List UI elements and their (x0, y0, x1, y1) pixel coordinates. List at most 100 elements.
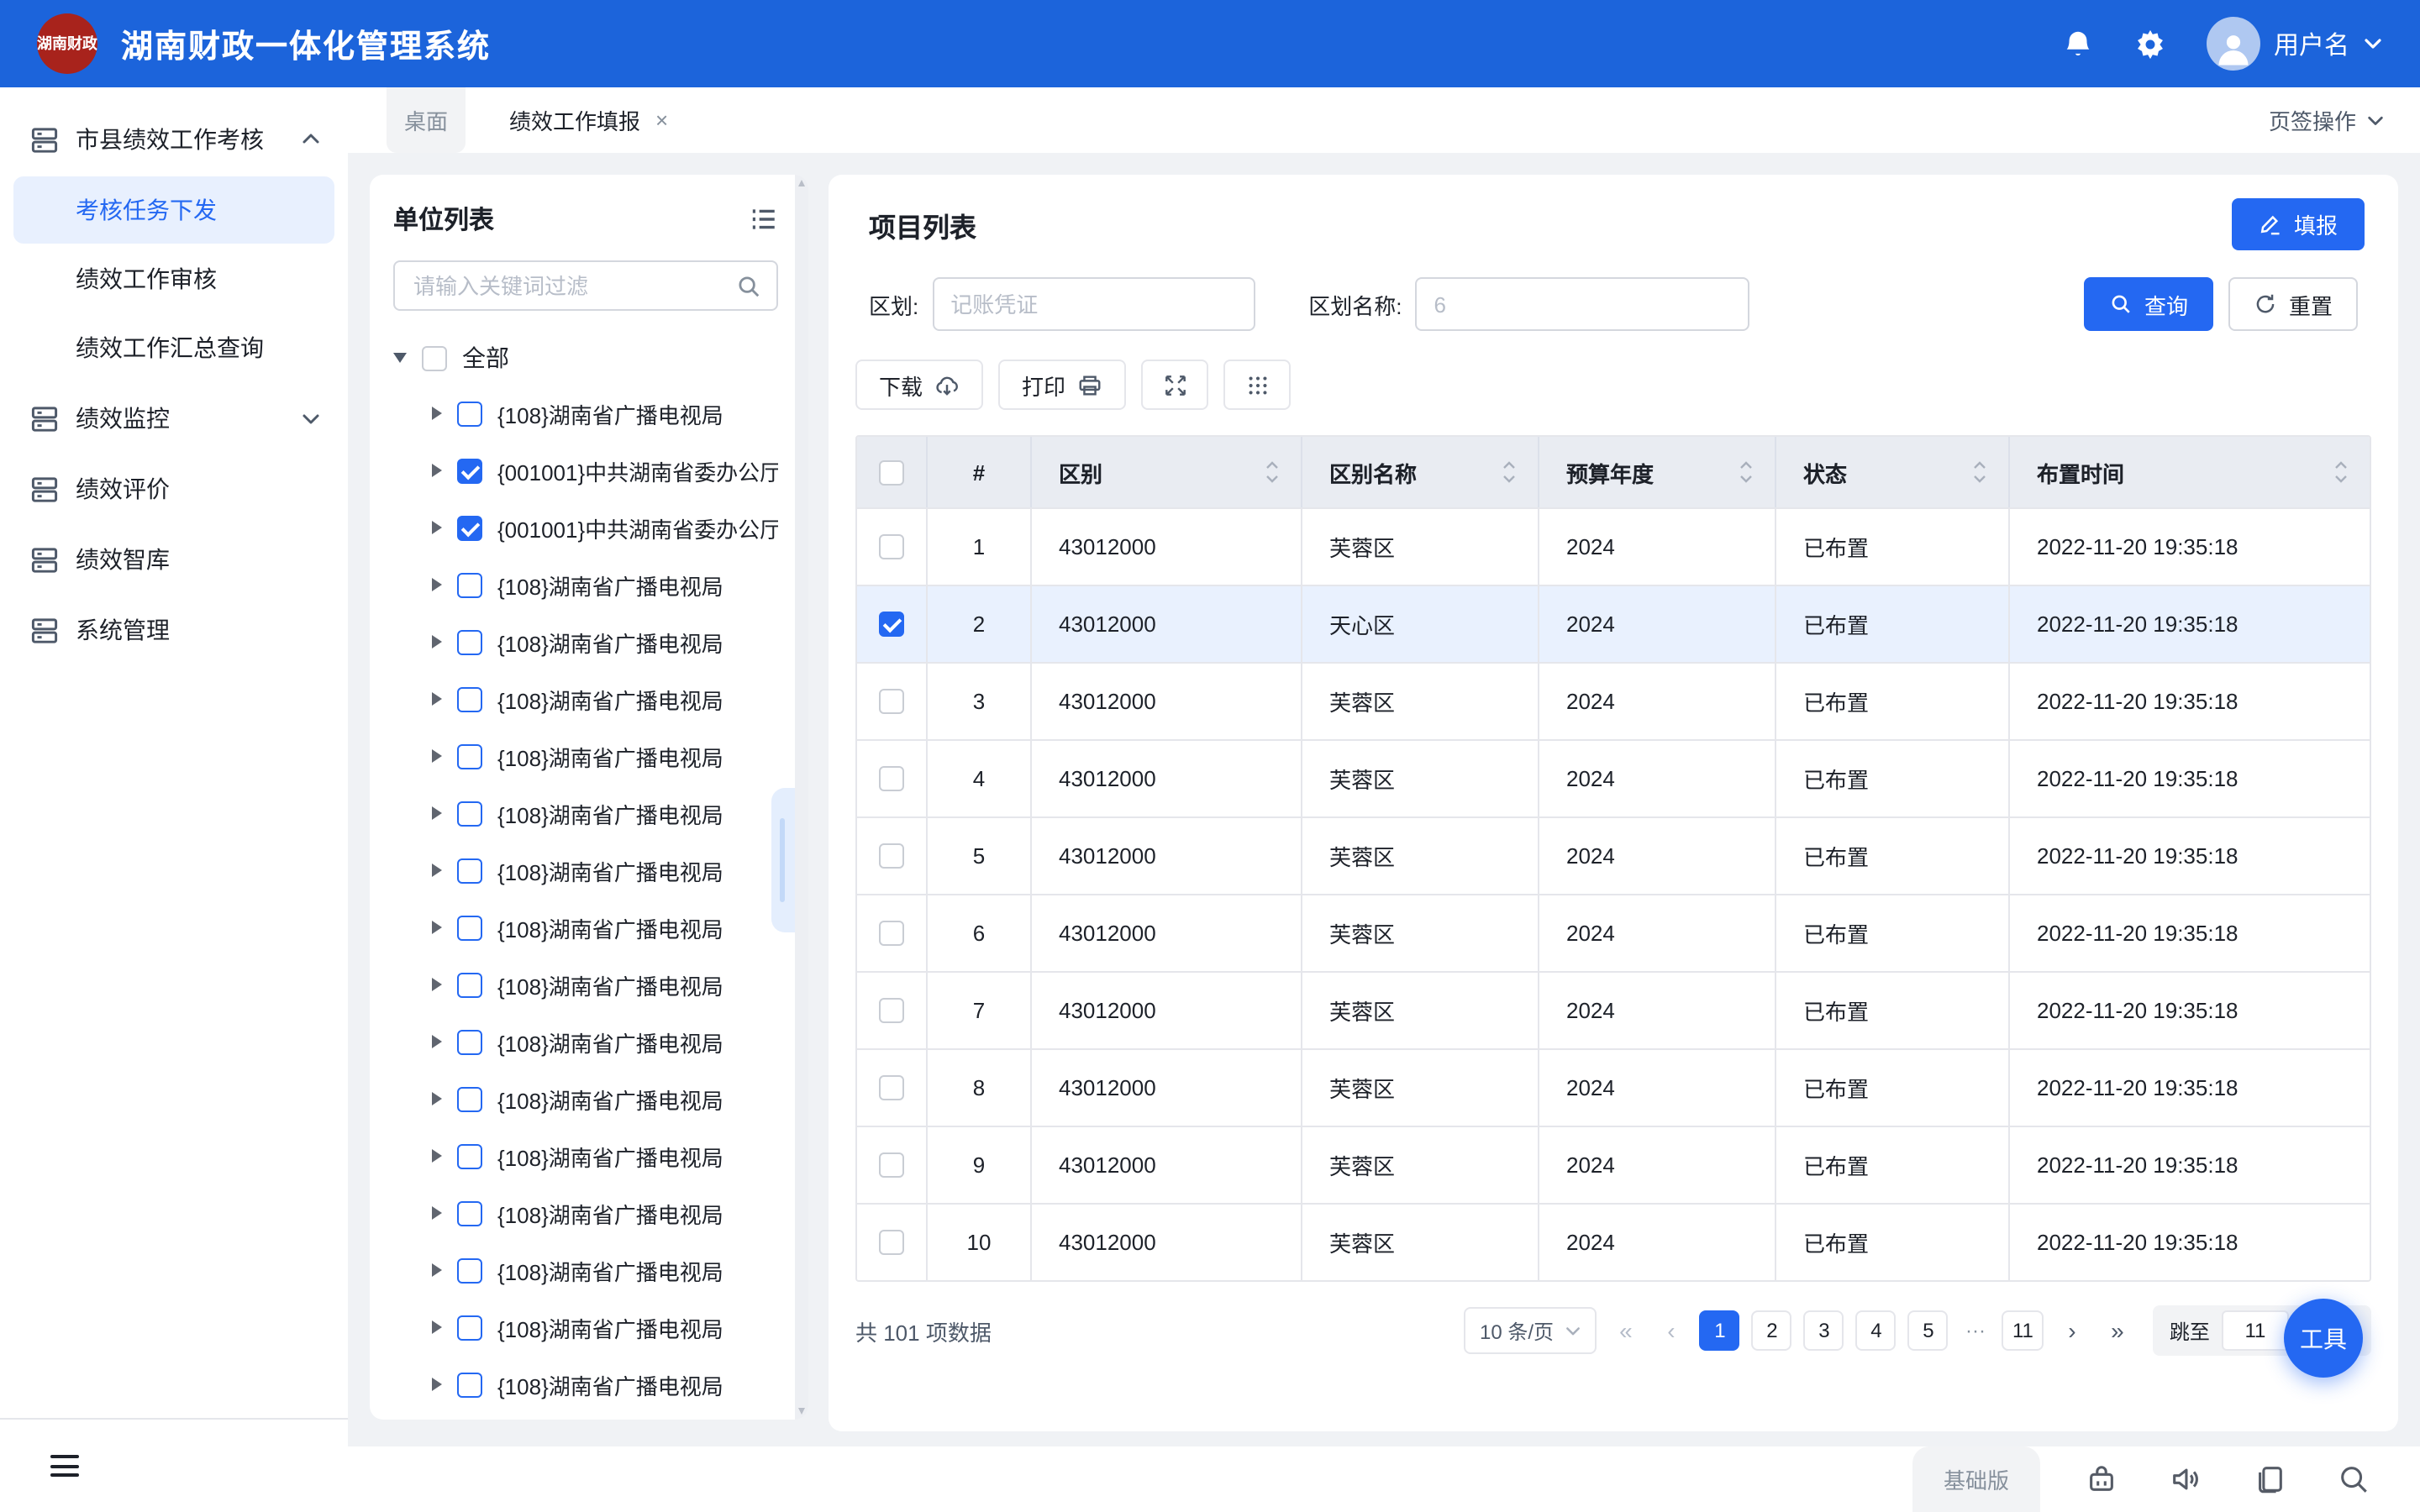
caret-right-icon[interactable] (432, 864, 442, 877)
caret-right-icon[interactable] (432, 692, 442, 706)
tree-item-checkbox[interactable] (457, 1029, 482, 1054)
sidebar-group-assessment[interactable]: 市县绩效工作考核 (0, 104, 348, 175)
sidebar-item-summary-query[interactable]: 绩效工作汇总查询 (13, 314, 334, 381)
row-checkbox[interactable] (879, 921, 904, 946)
tree-item[interactable]: {108}湖南省广播电视局 (393, 842, 778, 899)
sidebar-group-evaluation[interactable]: 绩效评价 (0, 454, 348, 524)
row-checkbox[interactable] (879, 534, 904, 559)
tree-item[interactable]: {108}湖南省广播电视局 (393, 1184, 778, 1242)
menu-collapse-icon[interactable] (50, 1455, 79, 1477)
row-checkbox[interactable] (879, 843, 904, 869)
fill-report-button[interactable]: 填报 (2232, 198, 2365, 250)
tree-item-checkbox[interactable] (457, 401, 482, 426)
page-button-1[interactable]: 1 (1700, 1310, 1740, 1351)
speaker-icon[interactable] (2170, 1463, 2202, 1495)
tab-operations-dropdown[interactable]: 页签操作 (2269, 104, 2385, 136)
user-menu[interactable]: 用户名 (2207, 17, 2383, 71)
caret-right-icon[interactable] (432, 1206, 442, 1220)
first-page-button[interactable]: « (1609, 1310, 1643, 1351)
caret-down-icon[interactable] (393, 353, 407, 363)
page-button-11[interactable]: 11 (2002, 1310, 2044, 1351)
tab-desktop[interactable]: 桌面 (387, 87, 466, 153)
tree-item[interactable]: {108}湖南省广播电视局 (393, 385, 778, 442)
row-checkbox[interactable] (879, 766, 904, 791)
tree-item-checkbox[interactable] (457, 686, 482, 711)
table-row[interactable]: 7 43012000 芙蓉区 2024 已布置 2022-11-20 19:35… (857, 971, 2370, 1048)
caret-right-icon[interactable] (432, 1320, 442, 1334)
caret-right-icon[interactable] (432, 1092, 442, 1105)
print-button[interactable]: 打印 (998, 360, 1126, 410)
tree-item-checkbox[interactable] (457, 915, 482, 940)
tools-floating-button[interactable]: 工具 (2284, 1299, 2363, 1378)
row-checkbox[interactable] (879, 998, 904, 1023)
tree-item[interactable]: {108}湖南省广播电视局 (393, 1013, 778, 1070)
tree-item-checkbox[interactable] (457, 1257, 482, 1283)
table-row[interactable]: 9 43012000 芙蓉区 2024 已布置 2022-11-20 19:35… (857, 1126, 2370, 1203)
column-header-budget-year[interactable]: 预算年度 (1539, 437, 1776, 507)
unit-filter-input[interactable] (410, 271, 736, 300)
sidebar-group-system[interactable]: 系统管理 (0, 595, 348, 665)
unit-scrollbar[interactable] (795, 175, 808, 1420)
row-checkbox[interactable] (879, 1152, 904, 1178)
tree-item-checkbox[interactable] (457, 1372, 482, 1397)
sidebar-item-task-dispatch[interactable]: 考核任务下发 (13, 176, 334, 244)
tree-item-checkbox[interactable] (457, 458, 482, 483)
table-row[interactable]: 4 43012000 芙蓉区 2024 已布置 2022-11-20 19:35… (857, 739, 2370, 816)
column-header-status[interactable]: 状态 (1776, 437, 2010, 507)
caret-right-icon[interactable] (432, 635, 442, 648)
table-row[interactable]: 5 43012000 芙蓉区 2024 已布置 2022-11-20 19:35… (857, 816, 2370, 894)
tree-item[interactable]: {108}湖南省广播电视局 (393, 956, 778, 1013)
gear-icon[interactable] (2134, 28, 2166, 60)
tree-item-checkbox[interactable] (457, 801, 482, 826)
row-checkbox[interactable] (879, 1230, 904, 1255)
caret-right-icon[interactable] (432, 464, 442, 477)
sidebar-group-monitor[interactable]: 绩效监控 (0, 383, 348, 454)
last-page-button[interactable]: » (2101, 1310, 2134, 1351)
version-badge[interactable]: 基础版 (1912, 1446, 2040, 1512)
sidebar-group-thinktank[interactable]: 绩效智库 (0, 524, 348, 595)
column-header-dispatch-time[interactable]: 布置时间 (2010, 437, 2370, 507)
page-button-3[interactable]: 3 (1804, 1310, 1844, 1351)
sort-icon[interactable] (2333, 459, 2349, 486)
caret-right-icon[interactable] (432, 749, 442, 763)
jump-page-input[interactable] (2222, 1310, 2289, 1351)
copy-icon[interactable] (2254, 1463, 2286, 1495)
tree-item[interactable]: {108}湖南省广播电视局 (393, 556, 778, 613)
page-button-4[interactable]: 4 (1856, 1310, 1897, 1351)
prev-page-button[interactable]: ‹ (1655, 1310, 1688, 1351)
sidebar-item-work-review[interactable]: 绩效工作审核 (13, 245, 334, 312)
caret-right-icon[interactable] (432, 1263, 442, 1277)
caret-right-icon[interactable] (432, 921, 442, 934)
scroll-up-arrow-icon[interactable] (797, 180, 804, 186)
column-header-district-name[interactable]: 区别名称 (1302, 437, 1539, 507)
caret-right-icon[interactable] (432, 806, 442, 820)
tree-item-checkbox[interactable] (457, 1200, 482, 1226)
sort-icon[interactable] (1501, 459, 1518, 486)
tree-item[interactable]: {108}湖南省广播电视局 (393, 1356, 778, 1413)
tree-item-checkbox[interactable] (457, 858, 482, 883)
tree-item[interactable]: {001001}中共湖南省委办公厅 (393, 442, 778, 499)
sort-icon[interactable] (1971, 459, 1988, 486)
caret-right-icon[interactable] (432, 578, 442, 591)
district-input[interactable] (932, 277, 1255, 331)
fullscreen-button[interactable] (1141, 360, 1208, 410)
tree-item[interactable]: {108}湖南省广播电视局 (393, 1299, 778, 1356)
tree-item[interactable]: {108}湖南省广播电视局 (393, 1413, 778, 1420)
tree-item[interactable]: {108}湖南省广播电视局 (393, 1242, 778, 1299)
tree-item[interactable]: {108}湖南省广播电视局 (393, 670, 778, 727)
close-icon[interactable]: × (655, 108, 668, 133)
search-icon[interactable] (2338, 1463, 2370, 1495)
tree-item[interactable]: {108}湖南省广播电视局 (393, 727, 778, 785)
table-row[interactable]: 2 43012000 天心区 2024 已布置 2022-11-20 19:35… (857, 585, 2370, 662)
download-button[interactable]: 下载 (855, 360, 983, 410)
reset-button[interactable]: 重置 (2228, 277, 2358, 331)
tree-item[interactable]: {108}湖南省广播电视局 (393, 1127, 778, 1184)
page-button-2[interactable]: 2 (1752, 1310, 1792, 1351)
tree-item-checkbox[interactable] (457, 1315, 482, 1340)
tab-performance-fill[interactable]: 绩效工作填报 × (509, 104, 668, 136)
tree-item-checkbox[interactable] (457, 515, 482, 540)
row-checkbox[interactable] (879, 612, 904, 637)
panel-collapse-handle[interactable] (771, 788, 795, 932)
tree-item-checkbox[interactable] (457, 572, 482, 597)
tree-item[interactable]: {108}湖南省广播电视局 (393, 1070, 778, 1127)
